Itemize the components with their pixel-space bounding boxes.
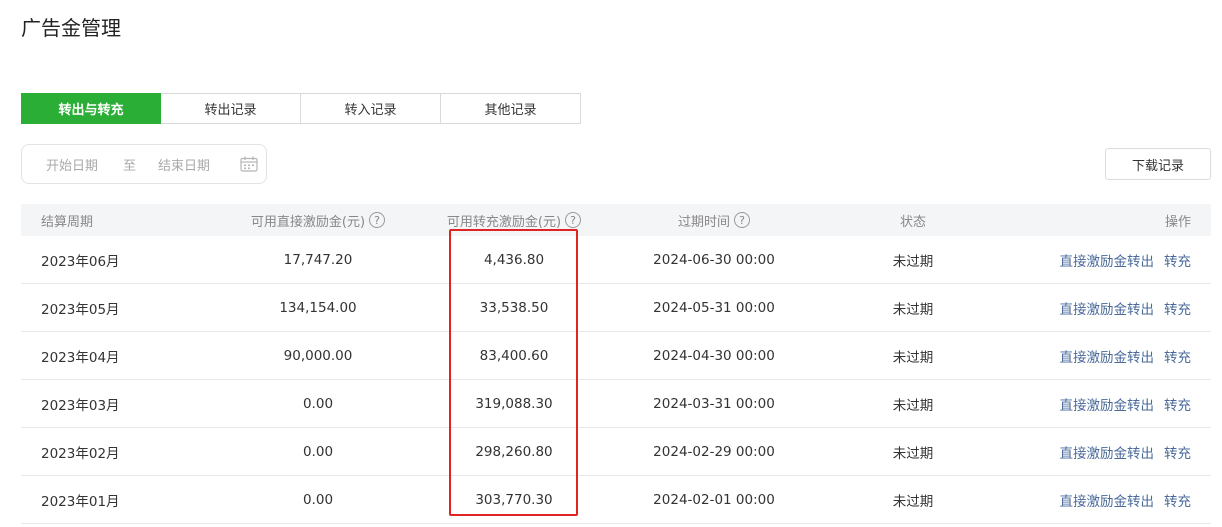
header-available-direct: 可用直接激励金(元) ?	[238, 204, 398, 236]
tab-transfer-out-records[interactable]: 转出记录	[161, 93, 301, 124]
cell-status: 未过期	[892, 445, 934, 462]
cell-direct-amount: 0.00	[302, 395, 334, 412]
recharge-link[interactable]: 转充	[1164, 394, 1191, 414]
date-range-picker[interactable]: 开始日期 至 结束日期	[21, 144, 267, 184]
cell-expire-time: 2024-06-30 00:00	[653, 251, 775, 268]
table-row: 2023年03月 0.00 319,088.30 2024-03-31 00:0…	[21, 380, 1211, 428]
header-expire-time: 过期时间 ?	[634, 204, 794, 236]
direct-transfer-out-link[interactable]: 直接激励金转出	[1060, 298, 1155, 318]
header-available-direct-label: 可用直接激励金(元)	[250, 214, 366, 230]
direct-transfer-out-link[interactable]: 直接激励金转出	[1060, 394, 1155, 414]
direct-transfer-out-link[interactable]: 直接激励金转出	[1060, 250, 1155, 270]
recharge-link[interactable]: 转充	[1164, 346, 1191, 366]
recharge-link[interactable]: 转充	[1164, 490, 1191, 510]
tab-transfer-in-records[interactable]: 转入记录	[301, 93, 441, 124]
cell-period: 2023年03月	[41, 397, 120, 414]
cell-recharge-amount: 319,088.30	[475, 395, 553, 412]
header-available-recharge-label: 可用转充激励金(元)	[446, 214, 562, 230]
cell-expire-time: 2024-02-01 00:00	[653, 491, 775, 508]
cell-expire-time: 2024-03-31 00:00	[653, 395, 775, 412]
end-date-input[interactable]: 结束日期	[158, 155, 210, 174]
tab-bar: 转出与转充 转出记录 转入记录 其他记录	[21, 93, 581, 124]
table-row: 2023年02月 0.00 298,260.80 2024-02-29 00:0…	[21, 428, 1211, 476]
cell-recharge-amount: 298,260.80	[475, 443, 553, 460]
recharge-link[interactable]: 转充	[1164, 250, 1191, 270]
cell-expire-time: 2024-05-31 00:00	[653, 299, 775, 316]
cell-recharge-amount: 33,538.50	[479, 299, 549, 316]
header-expire-time-label: 过期时间	[677, 214, 730, 230]
table-row: 2023年01月 0.00 303,770.30 2024-02-01 00:0…	[21, 476, 1211, 524]
cell-direct-amount: 17,747.20	[283, 251, 353, 268]
cell-expire-time: 2024-04-30 00:00	[653, 347, 775, 364]
page-title: 广告金管理	[21, 16, 121, 40]
cell-period: 2023年04月	[41, 349, 120, 366]
tab-other-records[interactable]: 其他记录	[441, 93, 581, 124]
cell-status: 未过期	[892, 301, 934, 318]
incentive-table: 结算周期 可用直接激励金(元) ? 可用转充激励金(元) ? 过期时间 ? 状态…	[21, 204, 1211, 524]
cell-actions: 直接激励金转出 转充	[1060, 380, 1192, 427]
cell-status: 未过期	[892, 253, 934, 270]
cell-recharge-amount: 303,770.30	[475, 491, 553, 508]
recharge-link[interactable]: 转充	[1164, 442, 1191, 462]
help-icon[interactable]: ?	[369, 212, 386, 228]
cell-direct-amount: 0.00	[302, 491, 334, 508]
table-row: 2023年05月 134,154.00 33,538.50 2024-05-31…	[21, 284, 1211, 332]
table-row: 2023年06月 17,747.20 4,436.80 2024-06-30 0…	[21, 236, 1211, 284]
direct-transfer-out-link[interactable]: 直接激励金转出	[1060, 346, 1155, 366]
cell-direct-amount: 0.00	[302, 443, 334, 460]
cell-actions: 直接激励金转出 转充	[1060, 332, 1192, 379]
cell-recharge-amount: 83,400.60	[479, 347, 549, 364]
header-available-recharge: 可用转充激励金(元) ?	[434, 204, 594, 236]
help-icon[interactable]: ?	[565, 212, 582, 228]
cell-actions: 直接激励金转出 转充	[1060, 428, 1192, 475]
table-header: 结算周期 可用直接激励金(元) ? 可用转充激励金(元) ? 过期时间 ? 状态…	[21, 204, 1211, 236]
cell-recharge-amount: 4,436.80	[483, 251, 545, 268]
cell-direct-amount: 134,154.00	[279, 299, 357, 316]
cell-actions: 直接激励金转出 转充	[1060, 476, 1192, 523]
header-settlement-period: 结算周期	[41, 214, 94, 230]
calendar-icon[interactable]	[240, 156, 258, 172]
start-date-input[interactable]: 开始日期	[46, 155, 98, 174]
cell-status: 未过期	[892, 349, 934, 366]
cell-period: 2023年02月	[41, 445, 120, 462]
download-records-button[interactable]: 下载记录	[1105, 148, 1211, 180]
cell-status: 未过期	[892, 493, 934, 510]
cell-period: 2023年05月	[41, 301, 120, 318]
cell-actions: 直接激励金转出 转充	[1060, 236, 1192, 283]
cell-period: 2023年01月	[41, 493, 120, 510]
cell-direct-amount: 90,000.00	[283, 347, 353, 364]
date-range-separator: 至	[123, 158, 137, 174]
header-status: 状态	[899, 214, 926, 230]
tab-transfer-out-and-recharge[interactable]: 转出与转充	[21, 93, 161, 124]
table-row: 2023年04月 90,000.00 83,400.60 2024-04-30 …	[21, 332, 1211, 380]
header-actions: 操作	[1164, 214, 1191, 230]
cell-actions: 直接激励金转出 转充	[1060, 284, 1192, 331]
cell-period: 2023年06月	[41, 253, 120, 270]
recharge-link[interactable]: 转充	[1164, 298, 1191, 318]
direct-transfer-out-link[interactable]: 直接激励金转出	[1060, 442, 1155, 462]
help-icon[interactable]: ?	[734, 212, 750, 228]
cell-expire-time: 2024-02-29 00:00	[653, 443, 775, 460]
cell-status: 未过期	[892, 397, 934, 414]
direct-transfer-out-link[interactable]: 直接激励金转出	[1060, 490, 1155, 510]
